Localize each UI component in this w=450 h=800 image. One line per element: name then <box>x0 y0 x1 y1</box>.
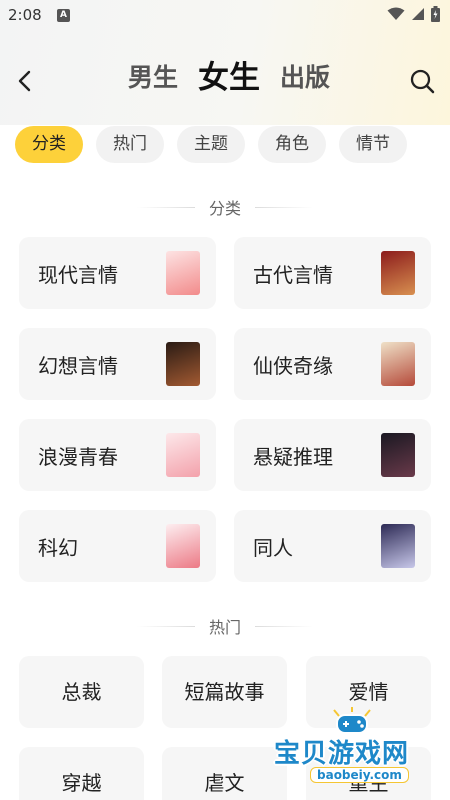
notification-icon: A <box>57 9 70 22</box>
chip-plot[interactable]: 情节 <box>339 126 407 163</box>
section-title-category: 分类 <box>0 195 450 219</box>
section-title-hot: 热门 <box>0 614 450 638</box>
battery-icon <box>431 6 440 22</box>
category-label: 科幻 <box>38 536 78 560</box>
wifi-icon <box>387 7 405 20</box>
section-title-text: 热门 <box>208 618 241 637</box>
back-arrow-icon <box>18 70 31 92</box>
hot-tag[interactable]: 总裁 <box>19 656 144 728</box>
category-card[interactable]: 幻想言情 <box>19 328 216 400</box>
book-cover <box>166 524 200 568</box>
category-card[interactable]: 浪漫青春 <box>19 419 216 491</box>
category-label: 现代言情 <box>38 263 118 287</box>
back-button[interactable] <box>12 67 40 95</box>
category-label: 浪漫青春 <box>38 445 118 469</box>
book-cover <box>381 433 415 477</box>
gamepad-icon <box>333 707 371 734</box>
divider-line <box>136 625 195 627</box>
category-card[interactable]: 仙侠奇缘 <box>234 328 431 400</box>
search-icon <box>410 69 435 94</box>
category-card[interactable]: 科幻 <box>19 510 216 582</box>
tab-female[interactable]: 女生 <box>198 60 260 96</box>
top-nav: 男生 女生 出版 <box>0 55 450 105</box>
book-cover <box>381 251 415 295</box>
book-cover <box>166 433 200 477</box>
status-bar: 2:08 A <box>0 0 450 32</box>
category-card[interactable]: 同人 <box>234 510 431 582</box>
status-icons <box>387 6 440 22</box>
category-label: 悬疑推理 <box>253 445 333 469</box>
tab-publish[interactable]: 出版 <box>280 60 330 96</box>
signal-icon <box>412 8 424 20</box>
book-cover <box>166 251 200 295</box>
category-card[interactable]: 古代言情 <box>234 237 431 309</box>
chip-theme[interactable]: 主题 <box>177 126 245 163</box>
category-card[interactable]: 现代言情 <box>19 237 216 309</box>
section-title-text: 分类 <box>208 199 241 218</box>
book-cover <box>166 342 200 386</box>
hot-tag[interactable]: 穿越 <box>19 747 144 800</box>
status-time: 2:08 <box>8 6 42 24</box>
chip-category[interactable]: 分类 <box>15 126 83 163</box>
category-label: 幻想言情 <box>38 354 118 378</box>
divider-line <box>255 625 313 627</box>
category-label: 仙侠奇缘 <box>253 354 333 378</box>
watermark-url: baobeiy.com <box>310 767 409 783</box>
chip-hot[interactable]: 热门 <box>96 126 164 163</box>
category-label: 同人 <box>253 536 293 560</box>
watermark-text: 宝贝游戏网 <box>274 739 410 769</box>
gender-tabs: 男生 女生 出版 <box>128 60 330 96</box>
book-cover <box>381 342 415 386</box>
search-button[interactable] <box>408 67 436 95</box>
divider-line <box>136 206 195 208</box>
category-label: 古代言情 <box>253 263 333 287</box>
category-card[interactable]: 悬疑推理 <box>234 419 431 491</box>
chip-role[interactable]: 角色 <box>258 126 326 163</box>
watermark: 宝贝游戏网 baobeiy.com <box>268 705 448 797</box>
filter-chips: 分类 热门 主题 角色 情节 <box>15 126 407 163</box>
tab-male[interactable]: 男生 <box>128 60 178 96</box>
book-cover <box>381 524 415 568</box>
divider-line <box>255 206 313 208</box>
